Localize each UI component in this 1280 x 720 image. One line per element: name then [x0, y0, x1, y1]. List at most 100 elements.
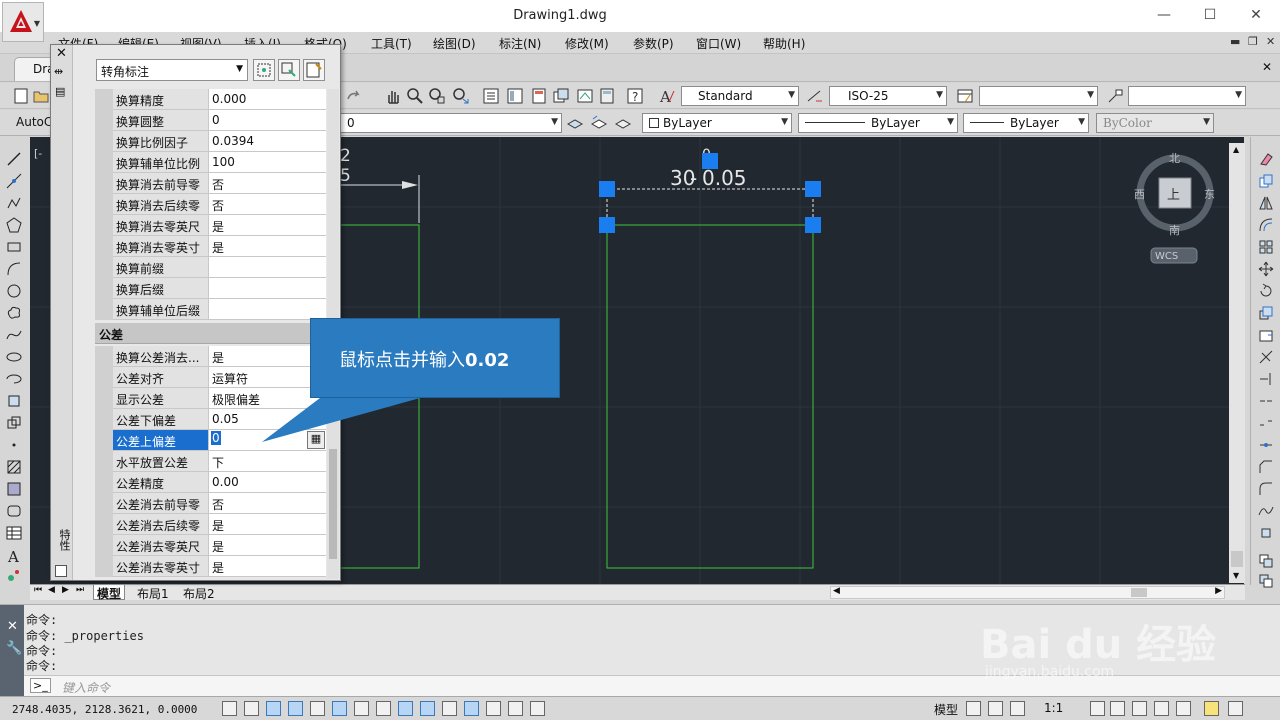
zoom-realtime-icon[interactable] [406, 87, 424, 105]
break-icon[interactable] [1258, 415, 1274, 431]
property-row[interactable]: 换算消去零英寸是 [95, 236, 326, 257]
hatch-icon[interactable] [6, 459, 22, 475]
polygon-icon[interactable] [6, 217, 22, 233]
infer-constraints-icon[interactable] [222, 701, 237, 716]
quick-view-drawings-icon[interactable] [988, 701, 1003, 716]
construction-line-icon[interactable] [6, 173, 22, 189]
zoom-window-icon[interactable] [428, 87, 446, 105]
annotation-monitor-icon[interactable] [530, 701, 545, 716]
open-folder-icon[interactable] [32, 87, 50, 105]
menu-draw[interactable]: 绘图(D) [433, 35, 476, 52]
close-button[interactable]: ✕ [1238, 4, 1274, 26]
scroll-left-icon[interactable]: ◀ [833, 586, 840, 596]
property-row[interactable]: 换算前缀 [95, 257, 326, 278]
line-icon[interactable] [6, 151, 22, 167]
auto-hide-icon[interactable]: ⇹ [54, 65, 63, 78]
property-row[interactable]: 换算公差消去... 是 [95, 346, 326, 367]
toggle-pickadd-button[interactable] [253, 59, 275, 81]
property-row[interactable]: 公差精度 0.00 [95, 472, 326, 493]
color-select[interactable]: ByLayer ▼ [642, 113, 792, 133]
workspace-switching-icon[interactable] [1132, 701, 1147, 716]
object-snap-tracking-icon[interactable] [376, 701, 391, 716]
hardware-acceleration-icon[interactable] [1176, 701, 1191, 716]
property-value[interactable]: 否 [209, 173, 326, 194]
redo-icon[interactable] [344, 87, 362, 105]
property-value[interactable]: 是 [209, 535, 326, 556]
object-snap-icon[interactable] [332, 701, 347, 716]
property-value[interactable]: 否 [209, 194, 326, 215]
circle-icon[interactable] [6, 283, 22, 299]
prev-layout-icon[interactable]: ◀ [48, 585, 55, 595]
property-value[interactable]: 下 [209, 451, 326, 472]
scroll-up-icon[interactable]: ▲ [1233, 145, 1239, 154]
scroll-thumb[interactable] [1231, 551, 1243, 567]
chamfer-icon[interactable] [1258, 459, 1274, 475]
property-value[interactable]: 是 [209, 514, 326, 535]
ortho-mode-icon[interactable] [288, 701, 303, 716]
property-row[interactable]: 换算圆整 0 [95, 110, 326, 131]
trim-icon[interactable] [1258, 349, 1274, 365]
selection-cycling-icon[interactable] [508, 701, 523, 716]
vertical-scrollbar[interactable]: ▲ ▼ [1229, 143, 1245, 583]
property-value[interactable]: 100 [209, 152, 326, 173]
dynamic-ucs-icon[interactable] [398, 701, 413, 716]
property-row[interactable]: 公差消去后续零是 [95, 514, 326, 535]
property-row[interactable]: 公差消去前导零否 [95, 493, 326, 514]
maximize-button[interactable]: ☐ [1192, 4, 1228, 26]
palette-properties-icon[interactable]: ▤ [55, 85, 65, 98]
horizontal-scrollbar[interactable]: ◀ ▶ [830, 586, 1225, 599]
tab-layout1[interactable]: 布局1 [134, 585, 172, 601]
scroll-thumb[interactable] [329, 449, 337, 559]
property-row[interactable]: 水平放置公差下 [95, 451, 326, 472]
property-value[interactable]: 是 [209, 346, 326, 367]
property-value[interactable]: 是 [209, 215, 326, 236]
make-block-icon[interactable] [6, 415, 22, 431]
minimize-button[interactable]: — [1146, 4, 1182, 26]
erase-icon[interactable] [1258, 151, 1274, 167]
compass-east[interactable]: 东 [1204, 188, 1215, 201]
pan-icon[interactable] [384, 87, 402, 105]
scroll-right-icon[interactable]: ▶ [1215, 586, 1222, 596]
grip-handle[interactable] [702, 153, 718, 169]
doc-close-icon[interactable]: ✕ [1266, 35, 1275, 48]
quick-select-button[interactable] [303, 59, 325, 81]
property-row[interactable]: 换算比例因子 0.0394 [95, 131, 326, 152]
arc-icon[interactable] [6, 261, 22, 277]
zoom-previous-icon[interactable] [452, 87, 470, 105]
section-header-tolerance[interactable]: 公差▲ [95, 323, 326, 344]
next-layout-icon[interactable]: ▶ [62, 585, 69, 595]
grip-handle[interactable] [599, 181, 615, 197]
dynamic-input-icon[interactable] [420, 701, 435, 716]
property-row[interactable]: 公差对齐 运算符 [95, 367, 326, 388]
scroll-down-icon[interactable]: ▼ [1233, 571, 1239, 580]
explode-icon[interactable] [1258, 525, 1274, 541]
multileader-style-icon[interactable] [1106, 87, 1124, 105]
join-icon[interactable] [1258, 437, 1274, 453]
markup-icon[interactable] [576, 87, 594, 105]
array-icon[interactable] [1258, 239, 1274, 255]
doc-restore-icon[interactable]: ❐ [1248, 35, 1258, 48]
scroll-thumb[interactable] [1131, 588, 1147, 597]
upper-deviation-input[interactable]: 0 [211, 431, 221, 445]
property-row[interactable]: 公差消去零英尺是 [95, 535, 326, 556]
ellipse-arc-icon[interactable] [6, 371, 22, 387]
grip-handle[interactable] [805, 181, 821, 197]
lineweight-select[interactable]: ByLayer ▼ [963, 113, 1089, 133]
polyline-icon[interactable] [6, 195, 22, 211]
draw-order-icon[interactable] [1258, 553, 1274, 569]
property-value[interactable]: 0.000 [209, 89, 326, 110]
annotation-scale[interactable]: 1:1 [1044, 701, 1063, 715]
property-value[interactable]: 是 [209, 236, 326, 257]
table-style-select[interactable]: ▼ [979, 86, 1098, 106]
properties-icon[interactable] [482, 87, 500, 105]
pan-status-icon[interactable] [1010, 701, 1025, 716]
property-value[interactable] [209, 299, 326, 320]
mirror-icon[interactable] [1258, 195, 1274, 211]
snap-mode-icon[interactable] [244, 701, 259, 716]
menu-window[interactable]: 窗口(W) [696, 35, 741, 52]
scale-icon[interactable] [1258, 305, 1274, 321]
gradient-icon[interactable] [6, 481, 22, 497]
layer-previous-icon[interactable] [590, 114, 608, 132]
tab-layout2[interactable]: 布局2 [180, 585, 218, 601]
rotate-icon[interactable] [1258, 283, 1274, 299]
